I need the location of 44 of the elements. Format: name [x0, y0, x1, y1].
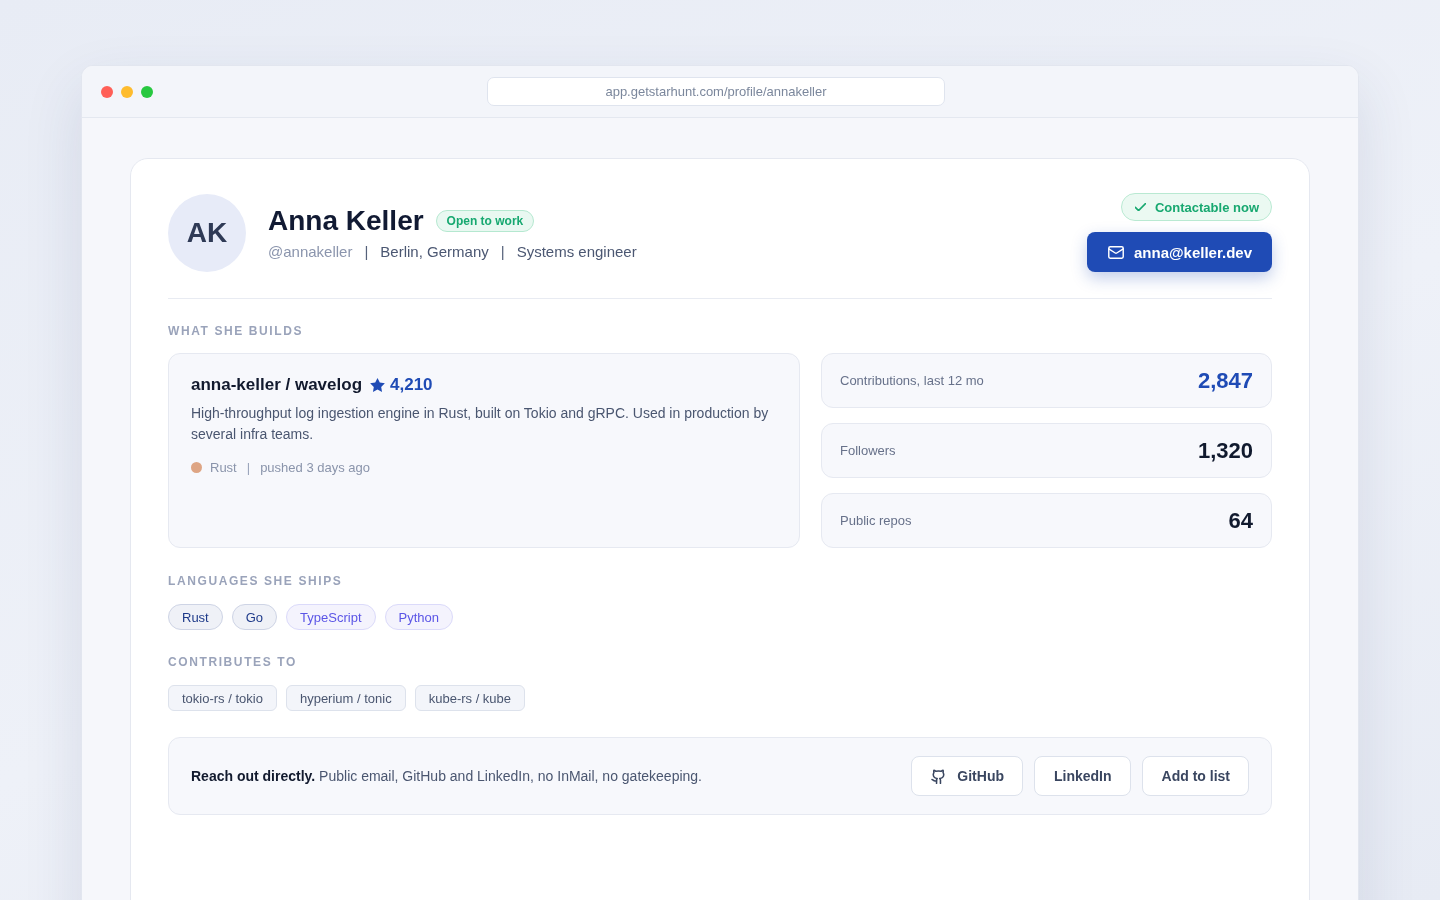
profile-detail: Systems engineer: [516, 242, 637, 260]
stat-value: 1,320: [1197, 437, 1253, 464]
stat-value: 64: [1228, 507, 1253, 534]
repo-tag[interactable]: hyperium / tonic: [285, 685, 406, 711]
profile-detail: Berlin, Germany: [380, 242, 489, 260]
profile-name: Anna Keller: [268, 205, 424, 237]
repo-language: Rust: [210, 459, 237, 475]
stat-label: Contributions, last 12 mo: [840, 373, 984, 388]
cta-text: Reach out directly. Public email, GitHub and LinkedIn, no InMail, no gatekeeping.: [191, 768, 702, 784]
repo-updated: pushed 3 days ago: [260, 459, 370, 475]
star-count: 4,210: [390, 375, 433, 395]
stat-label: Followers: [840, 443, 896, 458]
github-icon: [931, 768, 947, 784]
address-bar[interactable]: app.getstarhunt.com/profile/annakeller: [487, 77, 945, 106]
github-button[interactable]: GitHub: [911, 756, 1023, 796]
status-label: Contactable now: [1155, 199, 1259, 215]
minimize-icon[interactable]: [121, 85, 133, 98]
stat-label: Public repos: [840, 513, 912, 528]
repo-tag[interactable]: kube-rs / kube: [414, 685, 526, 711]
repo-tag[interactable]: tokio-rs / tokio: [168, 685, 277, 711]
stat-value: 2,847: [1197, 367, 1253, 394]
meta-separator: |: [246, 459, 251, 475]
section-title: LANGUAGES SHE SHIPS: [168, 574, 344, 588]
section-title: CONTRIBUTES TO: [168, 655, 298, 669]
language-tag: TypeScript: [286, 604, 376, 630]
language-tag: Rust: [168, 604, 223, 630]
action-button[interactable]: LinkedIn: [1034, 756, 1131, 796]
profile-handle: @annakeller: [268, 242, 353, 260]
avatar: AK: [168, 193, 246, 272]
language-tag: Go: [231, 604, 278, 630]
check-icon: [1135, 203, 1146, 211]
maximize-icon[interactable]: [141, 85, 153, 98]
star-icon: [370, 378, 385, 392]
meta-separator: |: [500, 242, 505, 260]
email-button[interactable]: anna@keller.dev: [1086, 232, 1272, 272]
action-button[interactable]: Add to list: [1141, 756, 1249, 796]
language-tag: Python: [384, 604, 453, 630]
repo-description: High-throughput log ingestion engine in Rust, built on Tokio and gRPC. Used in production by several infra teams.: [191, 404, 770, 444]
section-title: WHAT SHE BUILDS: [168, 324, 305, 338]
close-icon[interactable]: [101, 85, 113, 98]
meta-separator: |: [364, 242, 369, 260]
repo-link[interactable]: anna-keller / wavelog: [191, 375, 362, 395]
mail-icon: [1107, 245, 1124, 259]
status-badge: Open to work: [435, 210, 535, 232]
